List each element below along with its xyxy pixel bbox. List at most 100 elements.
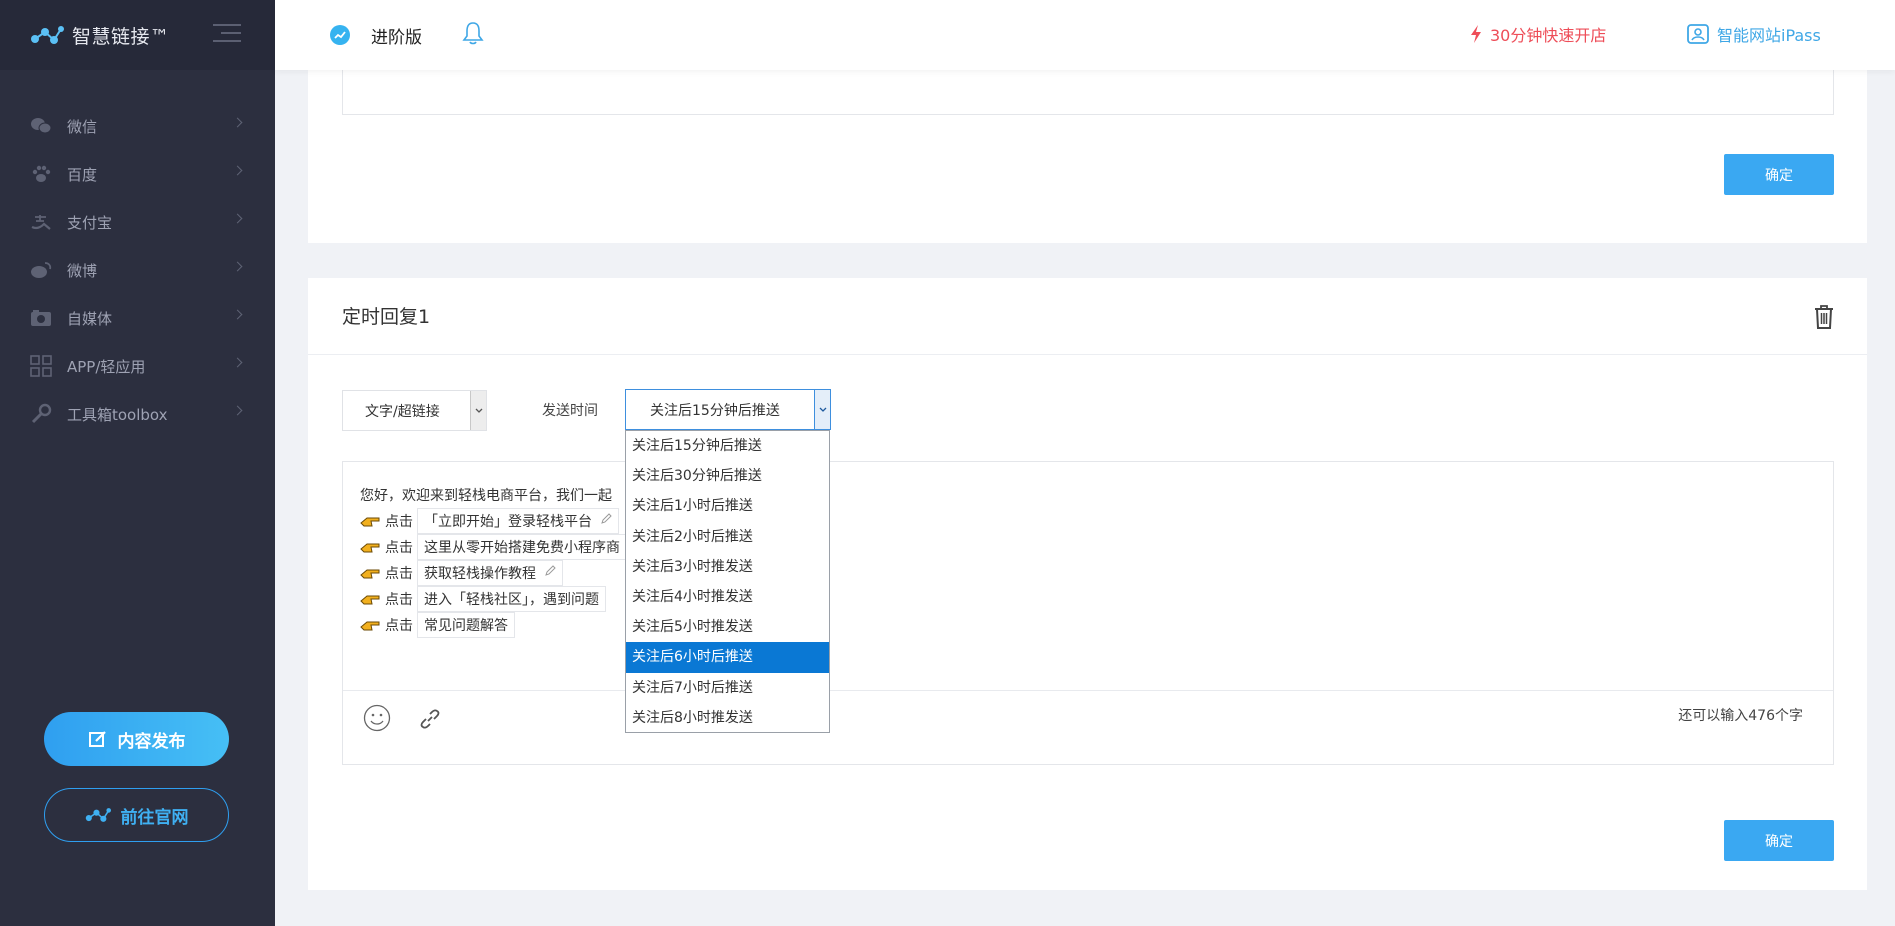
paw-icon [30,163,52,185]
message-prefix: 点击 [385,618,413,634]
dropdown-option[interactable]: 关注后3小时推发送 [626,552,829,582]
sidebar-header: 智慧链接™ [0,0,275,70]
edition-label: 进阶版 [371,27,422,48]
chevron-right-icon [232,165,243,176]
card-divider [308,354,1867,355]
message-link-chip[interactable]: 常见问题解答 [417,612,515,638]
lightning-icon [1471,25,1481,43]
message-prefix: 点击 [385,514,413,530]
dropdown-option[interactable]: 关注后5小时推发送 [626,612,829,642]
sidebar-item-label: 微博 [67,261,98,280]
message-link-text: 进入「轻栈社区」，遇到问题 [424,592,599,608]
pointing-hand-icon [360,566,380,580]
publish-button-label: 内容发布 [117,731,186,752]
message-link-text: 常见问题解答 [424,618,508,634]
edition-indicator[interactable]: 进阶版 [330,23,422,48]
message-content[interactable]: 您好，欢迎来到轻栈电商平台，我们一起 点击 「立即开始」登录轻栈平台 点击 这里从零开… [360,482,627,638]
wechat-icon [30,115,52,137]
send-time-select[interactable]: 关注后15分钟后推送 [625,389,831,430]
message-link-chip[interactable]: 获取轻栈操作教程 [417,560,563,586]
quick-open-link[interactable]: 30分钟快速开店 [1470,22,1606,46]
pencil-icon[interactable] [544,565,556,581]
trend-icon [330,25,350,45]
brand-name: 智慧链接™ [72,25,170,48]
message-prefix: 点击 [385,540,413,556]
sidebar: 智慧链接™ 微信百度支付宝微博自媒体 APP/轻应用工具箱toolbox 内容发布… [0,0,275,926]
remaining-characters: 还可以输入476个字 [1678,708,1803,724]
alipay-icon [30,211,52,233]
dropdown-option[interactable]: 关注后15分钟后推送 [626,431,829,461]
message-link-text: 获取轻栈操作教程 [424,566,536,582]
message-link-chip[interactable]: 「立即开始」登录轻栈平台 [417,508,619,534]
confirm-button[interactable]: 确定 [1724,820,1834,861]
card-title: 定时回复1 [342,306,431,328]
sidebar-menu: 微信百度支付宝微博自媒体 APP/轻应用工具箱toolbox [0,102,275,438]
sidebar-item-6[interactable]: 工具箱toolbox [0,390,275,438]
dropdown-option[interactable]: 关注后7小时后推送 [626,673,829,703]
message-link-text: 这里从零开始搭建免费小程序商 [424,540,620,556]
brand-mini-icon [85,808,111,822]
message-line: 点击 这里从零开始搭建免费小程序商 [360,534,627,560]
message-line: 点击 获取轻栈操作教程 [360,560,627,586]
quick-open-label: 30分钟快速开店 [1490,26,1607,45]
trash-icon[interactable] [1813,304,1835,334]
sidebar-item-4[interactable]: 自媒体 [0,294,275,342]
send-time-label: 发送时间 [542,403,598,419]
message-intro: 您好，欢迎来到轻栈电商平台，我们一起 [360,488,612,504]
message-line: 点击 「立即开始」登录轻栈平台 [360,508,627,534]
ipass-link[interactable]: 智能网站iPass [1687,22,1821,46]
message-link-chip[interactable]: 这里从零开始搭建免费小程序商 [417,534,627,560]
message-link-text: 「立即开始」登录轻栈平台 [424,514,592,530]
sidebar-item-3[interactable]: 微博 [0,246,275,294]
sidebar-item-label: 百度 [67,165,98,184]
top-bar: 进阶版 30分钟快速开店 智能网站iPass [275,0,1895,70]
collapse-menu-icon[interactable] [213,24,241,48]
send-time-dropdown[interactable]: 关注后15分钟后推送 关注后30分钟后推送 关注后1小时后推送 关注后2小时后推送 关注… [625,430,830,733]
dropdown-option[interactable]: 关注后1小时后推送 [626,491,829,521]
publish-content-button[interactable]: 内容发布 [44,712,229,766]
content-type-select[interactable]: 文字/超链接 [342,390,487,431]
message-editor[interactable]: 您好，欢迎来到轻栈电商平台，我们一起 点击 「立即开始」登录轻栈平台 点击 这里从零开… [342,461,1834,765]
link-icon[interactable] [419,708,441,734]
chevron-right-icon [232,309,243,320]
message-link-chip[interactable]: 进入「轻栈社区」，遇到问题 [417,586,606,612]
dropdown-option[interactable]: 关注后30分钟后推送 [626,461,829,491]
confirm-button-previous[interactable]: 确定 [1724,154,1834,195]
chevron-right-icon [232,357,243,368]
sidebar-item-0[interactable]: 微信 [0,102,275,150]
message-prefix: 点击 [385,566,413,582]
official-button-label: 前往官网 [120,807,189,828]
chevron-down-icon[interactable] [814,390,830,429]
chevron-right-icon [232,261,243,272]
emoji-icon[interactable] [363,704,391,736]
pointing-hand-icon [360,540,380,554]
dropdown-option[interactable]: 关注后4小时推发送 [626,582,829,612]
bell-icon[interactable] [462,21,484,49]
brand-logo-icon [31,26,64,44]
editor-divider [343,690,1833,691]
chevron-down-icon[interactable] [470,391,486,430]
edit-icon [88,731,106,747]
sidebar-item-label: 支付宝 [67,213,113,232]
weibo-icon [30,259,52,281]
wrench-icon [30,403,52,425]
pointing-hand-icon [360,514,380,528]
dropdown-option[interactable]: 关注后2小时后推送 [626,522,829,552]
pencil-icon[interactable] [600,513,612,529]
chevron-right-icon [232,117,243,128]
sidebar-item-label: 工具箱toolbox [67,405,168,424]
sidebar-item-1[interactable]: 百度 [0,150,275,198]
ipass-label: 智能网站iPass [1717,26,1821,45]
message-line: 点击 进入「轻栈社区」，遇到问题 [360,586,627,612]
message-line: 点击 常见问题解答 [360,612,627,638]
official-site-button[interactable]: 前往官网 [44,788,229,842]
chevron-right-icon [232,213,243,224]
message-prefix: 点击 [385,592,413,608]
sidebar-item-label: APP/轻应用 [67,357,146,376]
dropdown-option[interactable]: 关注后6小时后推送 [626,642,829,673]
content-type-value: 文字/超链接 [365,403,440,420]
sidebar-item-5[interactable]: APP/轻应用 [0,342,275,390]
reply-card: 定时回复1 文字/超链接 发送时间 关注后15分钟后推送 您好，欢迎来到轻栈电商… [308,278,1867,890]
sidebar-item-2[interactable]: 支付宝 [0,198,275,246]
dropdown-option[interactable]: 关注后8小时推发送 [626,703,829,733]
